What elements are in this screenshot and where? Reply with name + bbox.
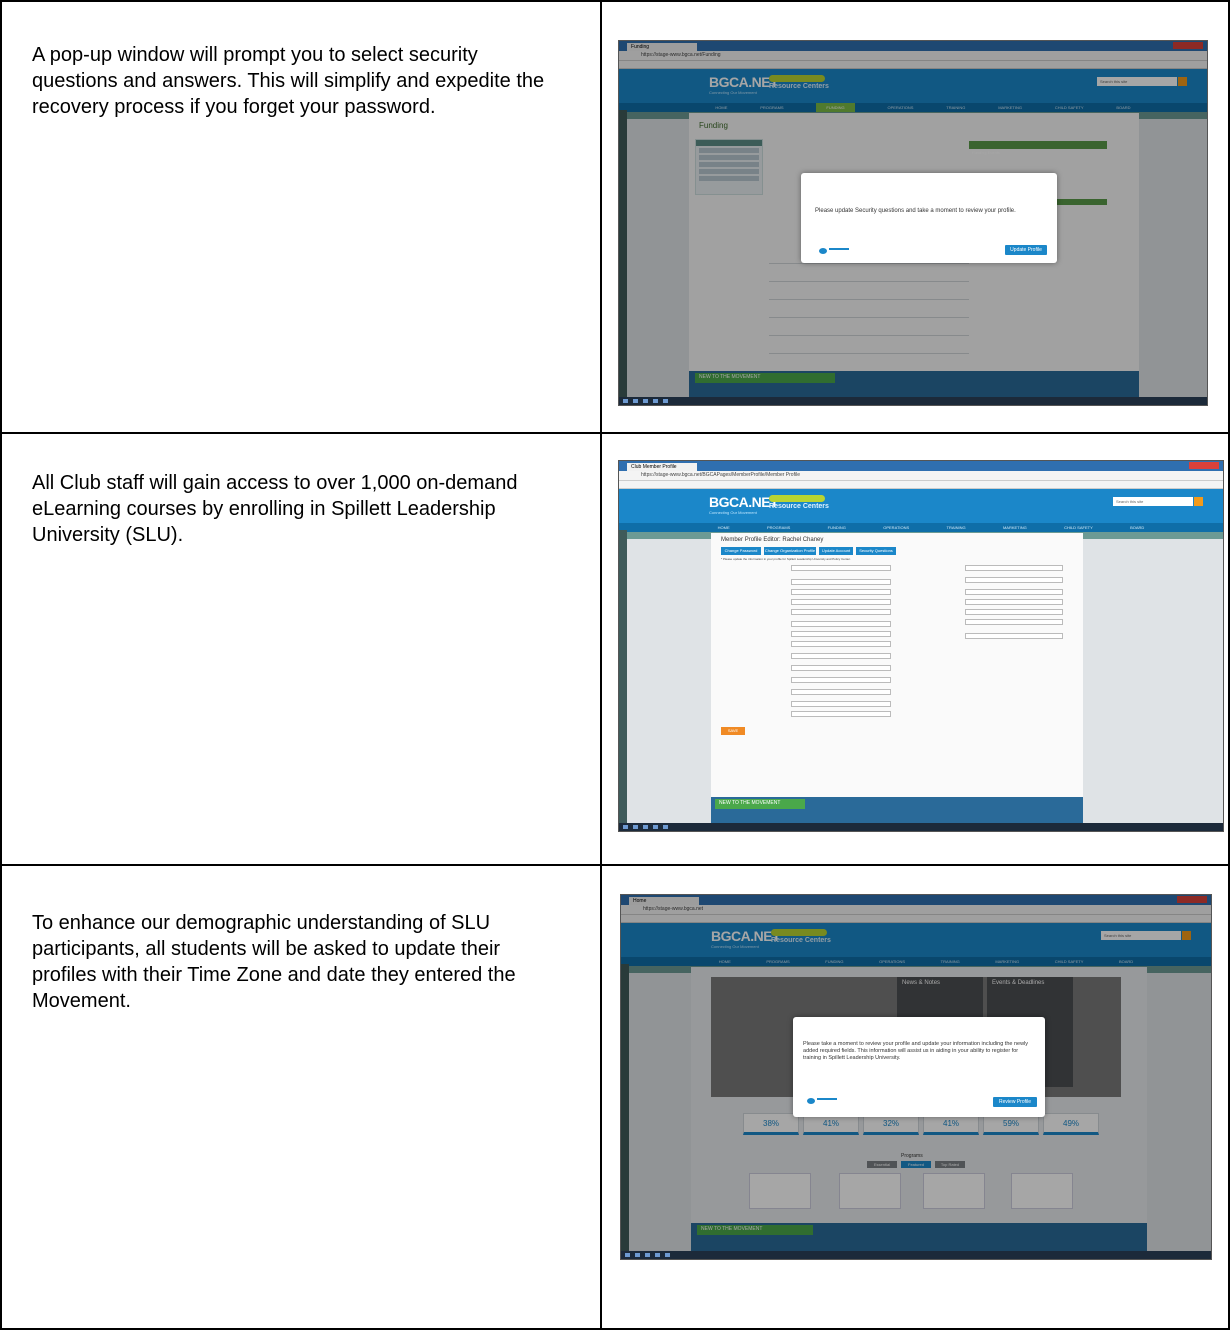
search-icon xyxy=(1194,497,1204,506)
form-row xyxy=(721,689,892,695)
form-row xyxy=(721,599,892,605)
update-profile-button[interactable]: Update Profile xyxy=(1005,245,1048,255)
search-input: Search this site xyxy=(1113,497,1194,506)
screenshot-funding-popup: Funding https://stage-www.bgca.net/Fundi… xyxy=(618,40,1209,406)
update-account-button[interactable]: Update Account xyxy=(819,547,854,555)
screenshot-home-popup: Home https://stage-www.bgca.net BGCA.NET… xyxy=(620,894,1213,1260)
form-row xyxy=(895,565,1065,571)
main-nav: HOME PROGRAMS FUNDING OPERATIONS TRAININ… xyxy=(619,523,1224,532)
change-password-button[interactable]: Change Password xyxy=(721,547,762,555)
screenshot-cell: Home https://stage-www.bgca.net BGCA.NET… xyxy=(600,864,1230,1330)
step-text-cell: To enhance our demographic understanding… xyxy=(0,864,603,1330)
form-row xyxy=(895,577,1065,583)
form-row xyxy=(721,653,892,659)
taskbar xyxy=(619,823,1224,831)
nav-item: MARKETING xyxy=(1002,525,1027,530)
step-row-3: To enhance our demographic understanding… xyxy=(0,864,1230,1330)
bookmarks-bar xyxy=(619,481,1224,489)
screenshot-cell: Funding https://stage-www.bgca.net/Fundi… xyxy=(600,0,1230,434)
form-row xyxy=(721,631,892,637)
form-row xyxy=(721,621,892,627)
form-row xyxy=(721,641,892,647)
change-org-profile-button[interactable]: Change Organization Profile xyxy=(764,547,817,555)
footer-new-to-movement: NEW TO THE MOVEMENT xyxy=(715,799,806,809)
review-profile-button[interactable]: Review Profile xyxy=(993,1097,1038,1107)
step-description: To enhance our demographic understanding… xyxy=(32,912,516,1012)
form-row xyxy=(895,619,1065,625)
security-modal: Please update Security questions and tak… xyxy=(801,173,1058,263)
logo-badge xyxy=(769,495,826,502)
form-row xyxy=(721,665,892,671)
nav-item: OPERATIONS xyxy=(883,525,910,530)
step-description: All Club staff will gain access to over … xyxy=(32,472,518,546)
bgca-logo: BGCA.NET Connecting Our Movement xyxy=(709,494,779,515)
taskbar xyxy=(619,397,1208,405)
nav-item: FUNDING xyxy=(827,525,846,530)
address-bar: https://stage-www.bgca.net/BGCAPages/Mem… xyxy=(619,471,1224,481)
security-questions-button[interactable]: Security Questions xyxy=(856,547,897,555)
form-row xyxy=(895,589,1065,595)
step-text-cell: All Club staff will gain access to over … xyxy=(0,432,603,866)
save-button[interactable]: SAVE xyxy=(721,727,746,735)
form-row xyxy=(721,565,892,571)
modal-message: Please update Security questions and tak… xyxy=(815,208,1016,214)
instruction-table: A pop-up window will prompt you to selec… xyxy=(0,0,1230,1330)
nav-item: PROGRAMS xyxy=(767,525,791,530)
screenshot-cell: Club Member Profile https://stage-www.bg… xyxy=(600,432,1230,866)
taskbar xyxy=(621,1251,1212,1259)
form-row xyxy=(721,711,892,717)
resource-center-label: Resource Centers xyxy=(769,503,829,510)
form-row xyxy=(895,633,1065,639)
nav-item: CHILD SAFETY xyxy=(1064,525,1093,530)
form-row xyxy=(721,589,892,595)
side-rail xyxy=(619,530,628,823)
form-row xyxy=(721,677,892,683)
step-row-1: A pop-up window will prompt you to selec… xyxy=(0,0,1230,434)
nav-item: BOARD xyxy=(1130,525,1145,530)
step-row-2: All Club staff will gain access to over … xyxy=(0,432,1230,866)
review-profile-modal: Please take a moment to review your prof… xyxy=(793,1017,1046,1117)
site-header: BGCA.NET Connecting Our Movement Resource… xyxy=(619,489,1224,523)
browser-tab: Club Member Profile xyxy=(627,463,698,471)
form-row xyxy=(721,579,892,585)
page-title: Member Profile Editor: Rachel Chaney xyxy=(721,537,824,543)
bgca-brand-icon xyxy=(807,1097,838,1105)
nav-item: HOME xyxy=(717,525,730,530)
form-row xyxy=(895,599,1065,605)
form-intro: * Please update the information in your … xyxy=(721,557,851,561)
step-description: A pop-up window will prompt you to selec… xyxy=(32,44,545,118)
profile-form-area: Member Profile Editor: Rachel Chaney Cha… xyxy=(711,533,1084,819)
bgca-brand-icon xyxy=(819,247,850,255)
browser-tabbar: Club Member Profile xyxy=(619,461,1224,471)
form-row xyxy=(895,609,1065,615)
nav-item: TRAINING xyxy=(946,525,966,530)
form-row xyxy=(721,701,892,707)
screenshot-member-profile: Club Member Profile https://stage-www.bg… xyxy=(618,460,1225,832)
step-text-cell: A pop-up window will prompt you to selec… xyxy=(0,0,603,434)
modal-message: Please take a moment to review your prof… xyxy=(803,1041,1029,1061)
window-controls xyxy=(1189,462,1220,469)
form-row xyxy=(721,609,892,615)
